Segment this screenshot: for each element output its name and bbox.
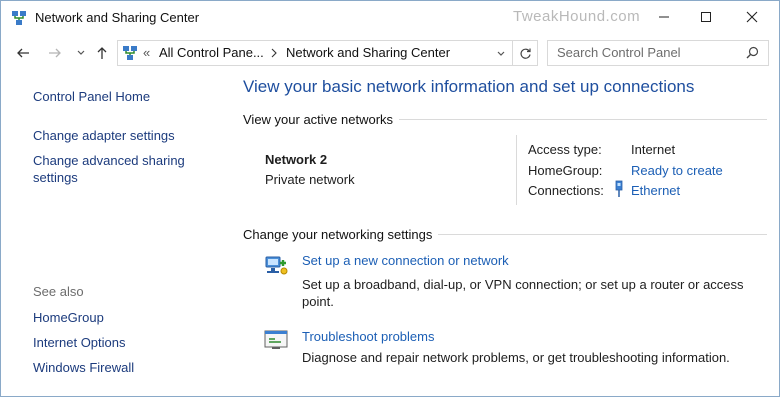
close-icon <box>746 11 758 23</box>
new-connection-icon[interactable] <box>263 253 289 277</box>
access-type-value: Internet <box>631 142 676 157</box>
ethernet-icon[interactable] <box>613 180 625 198</box>
see-also-label: See also <box>33 284 84 299</box>
watermark-text: TweakHound.com <box>513 8 641 25</box>
troubleshoot-link[interactable]: Troubleshoot problems <box>302 329 434 344</box>
forward-button[interactable] <box>45 43 65 63</box>
recent-locations-button[interactable] <box>71 43 91 63</box>
homegroup-link[interactable]: Ready to create <box>631 163 723 178</box>
change-settings-label: Change your networking settings <box>243 227 439 242</box>
breadcrumb-overflow[interactable]: « <box>143 45 150 60</box>
window-title: Network and Sharing Center <box>35 10 200 25</box>
search-icon[interactable] <box>746 46 759 59</box>
chevron-down-icon[interactable] <box>496 49 506 59</box>
access-type-label: Access type: <box>528 142 602 157</box>
vertical-divider <box>516 135 517 205</box>
sidebar-item-internet-options[interactable]: Internet Options <box>33 334 126 351</box>
minimize-icon <box>659 16 669 18</box>
network-type[interactable]: Private network <box>265 172 355 187</box>
left-pane: Control Panel Home Change adapter settin… <box>1 69 231 396</box>
troubleshoot-description: Diagnose and repair network problems, or… <box>302 350 730 365</box>
main-content: View your basic network information and … <box>243 69 779 396</box>
up-arrow-icon <box>97 47 107 59</box>
close-button[interactable] <box>729 1 775 33</box>
network-center-icon <box>12 11 26 25</box>
network-sharing-window: Network and Sharing Center TweakHound.co… <box>0 0 780 397</box>
chevron-down-icon <box>77 50 85 55</box>
sidebar-item-control-panel-home[interactable]: Control Panel Home <box>33 88 150 105</box>
refresh-icon <box>519 48 531 59</box>
search-box[interactable]: Search Control Panel <box>547 40 769 66</box>
setup-connection-description: Set up a broadband, dial-up, or VPN conn… <box>302 277 744 309</box>
active-networks-label: View your active networks <box>243 112 400 127</box>
sidebar-item-homegroup[interactable]: HomeGroup <box>33 309 104 326</box>
maximize-button[interactable] <box>683 1 729 33</box>
homegroup-label: HomeGroup: <box>528 163 603 178</box>
forward-arrow-icon <box>49 48 61 58</box>
breadcrumb-item-network-center[interactable]: Network and Sharing Center <box>286 45 450 60</box>
sidebar-item-windows-firewall[interactable]: Windows Firewall <box>33 359 134 376</box>
breadcrumb-separator-icon[interactable] <box>270 48 278 58</box>
search-input[interactable]: Search Control Panel <box>557 45 681 60</box>
address-bar[interactable]: « All Control Pane... Network and Sharin… <box>117 40 513 66</box>
back-button[interactable] <box>13 43 33 63</box>
troubleshoot-icon[interactable] <box>263 328 289 352</box>
minimize-button[interactable] <box>641 1 687 33</box>
breadcrumb-item-control-panel[interactable]: All Control Pane... <box>159 45 264 60</box>
network-name: Network 2 <box>265 152 328 167</box>
up-button[interactable] <box>92 43 112 63</box>
network-center-icon <box>123 46 137 60</box>
sidebar-item-change-adapter-settings[interactable]: Change adapter settings <box>33 127 175 144</box>
navigation-bar: « All Control Pane... Network and Sharin… <box>1 37 779 67</box>
setup-connection-link[interactable]: Set up a new connection or network <box>302 253 509 268</box>
title-bar: Network and Sharing Center TweakHound.co… <box>1 1 779 35</box>
ethernet-link[interactable]: Ethernet <box>631 183 680 198</box>
refresh-button[interactable] <box>512 40 538 66</box>
page-title: View your basic network information and … <box>243 77 695 96</box>
sidebar-item-change-advanced-sharing[interactable]: Change advanced sharing settings <box>33 152 193 186</box>
back-arrow-icon <box>17 48 29 58</box>
maximize-icon <box>701 12 711 22</box>
connections-label: Connections: <box>528 183 604 198</box>
